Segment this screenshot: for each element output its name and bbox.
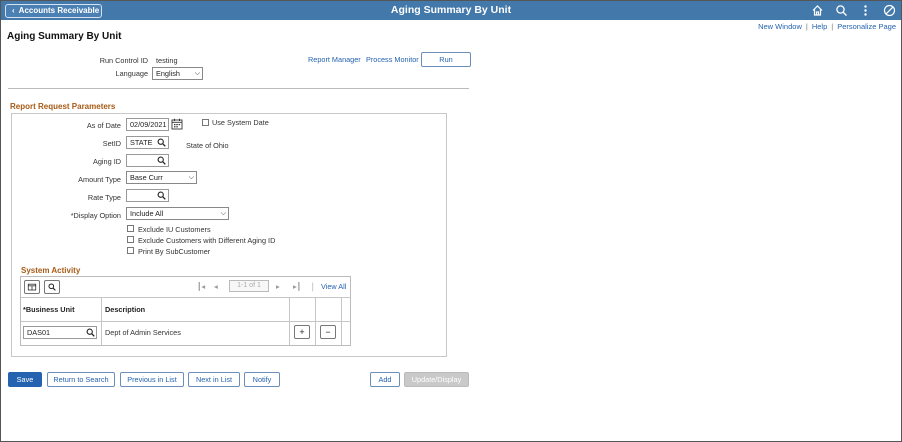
home-icon[interactable]: [811, 4, 824, 17]
notify-button[interactable]: Notify: [244, 372, 280, 387]
save-button[interactable]: Save: [8, 372, 42, 387]
setid-description: State of Ohio: [186, 141, 229, 150]
next-in-list-button[interactable]: Next in List: [188, 372, 240, 387]
amount-type-value: Base Curr: [130, 173, 163, 182]
chevron-down-icon: ⌵: [220, 210, 226, 217]
setid-lookup-icon[interactable]: [157, 138, 166, 147]
process-monitor-link[interactable]: Process Monitor: [366, 55, 419, 64]
aging-id-lookup-icon[interactable]: [157, 156, 166, 165]
grid-rule: [289, 297, 290, 345]
more-icon[interactable]: [859, 4, 872, 17]
run-control-label: Run Control ID: [99, 56, 148, 65]
language-label: Language: [115, 69, 148, 78]
previous-page-icon[interactable]: ◂: [214, 282, 218, 291]
chevron-down-icon: ⌵: [188, 174, 194, 181]
use-system-date-label: Use System Date: [212, 118, 269, 127]
exclude-iu-customers-checkbox[interactable]: [127, 225, 134, 232]
exclude-iu-customers-label: Exclude IU Customers: [138, 225, 211, 234]
display-option-value: Include All: [130, 209, 164, 218]
print-by-subcustomer-checkbox[interactable]: [127, 247, 134, 254]
system-activity-title: System Activity: [21, 266, 81, 275]
display-option-label: *Display Option: [70, 211, 121, 220]
language-select-value: English: [156, 69, 180, 78]
business-unit-lookup-icon[interactable]: [86, 328, 95, 337]
help-link[interactable]: Help: [812, 22, 827, 31]
view-all-link[interactable]: View All: [321, 282, 346, 291]
return-to-search-button[interactable]: Return to Search: [47, 372, 115, 387]
grid-rule: [21, 297, 351, 298]
grid-rule: [21, 321, 351, 322]
app-title: Aging Summary By Unit: [390, 4, 512, 16]
use-system-date-checkbox[interactable]: [202, 119, 209, 126]
update-display-button[interactable]: Update/Display: [404, 372, 469, 387]
first-page-icon[interactable]: ┃◂: [197, 282, 205, 291]
display-option-select[interactable]: Include All ⌵: [126, 207, 229, 220]
grid-rule: [315, 297, 316, 345]
as-of-date-label: As of Date: [86, 121, 121, 130]
last-page-icon[interactable]: ▸┃: [293, 282, 301, 291]
calendar-icon[interactable]: [171, 118, 183, 130]
grid-personalize-button[interactable]: [24, 280, 40, 294]
new-window-link[interactable]: New Window: [758, 22, 802, 31]
aging-id-label: Aging ID: [93, 157, 121, 166]
exclude-diff-aging-checkbox[interactable]: [127, 236, 134, 243]
language-select[interactable]: English ⌵: [152, 67, 203, 80]
grid-rule: [341, 297, 342, 345]
grid-find-button[interactable]: [44, 280, 60, 294]
rate-type-label: Rate Type: [87, 193, 121, 202]
print-by-subcustomer-label: Print By SubCustomer: [138, 247, 211, 256]
pager-range: 1-1 of 1: [229, 280, 269, 292]
previous-in-list-button[interactable]: Previous in List: [120, 372, 184, 387]
search-icon[interactable]: [835, 4, 848, 17]
column-header-description: Description: [105, 305, 146, 314]
divider: [8, 88, 469, 89]
run-control-value: testing: [156, 56, 178, 65]
grid-rule: [101, 297, 102, 345]
delete-row-button[interactable]: −: [320, 325, 336, 339]
header-bar: ‹ Accounts Receivable Aging Summary By Un…: [1, 1, 901, 20]
business-unit-description: Dept of Admin Services: [105, 328, 181, 337]
report-manager-link[interactable]: Report Manager: [308, 55, 361, 64]
no-entry-icon[interactable]: [883, 4, 896, 17]
pager-separator: │: [311, 282, 316, 291]
exclude-diff-aging-label: Exclude Customers with Different Aging I…: [138, 236, 276, 245]
top-links: New Window | Help | Personalize Page: [758, 22, 896, 31]
setid-label: SetID: [102, 139, 121, 148]
next-page-icon[interactable]: ▸: [276, 282, 280, 291]
amount-type-label: Amount Type: [78, 175, 121, 184]
rate-type-lookup-icon[interactable]: [157, 191, 166, 200]
section-title-parameters: Report Request Parameters: [10, 102, 116, 111]
run-button[interactable]: Run: [421, 52, 471, 67]
add-button[interactable]: Add: [370, 372, 400, 387]
personalize-page-link[interactable]: Personalize Page: [837, 22, 896, 31]
column-header-business-unit: *Business Unit: [23, 305, 75, 314]
add-row-button[interactable]: +: [294, 325, 310, 339]
chevron-down-icon: ⌵: [194, 70, 200, 77]
page-title: Aging Summary By Unit: [7, 31, 122, 42]
amount-type-select[interactable]: Base Curr ⌵: [126, 171, 197, 184]
as-of-date-input[interactable]: 02/09/2021: [126, 118, 169, 131]
